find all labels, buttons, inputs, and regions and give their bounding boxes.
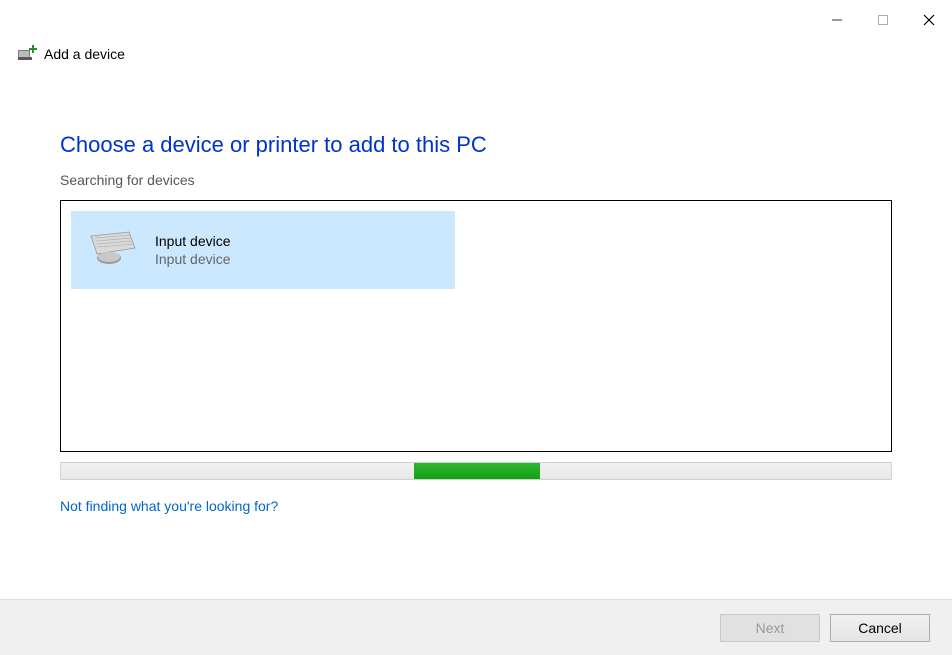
window-titlebar <box>0 0 952 32</box>
progress-fill <box>414 463 540 479</box>
device-type: Input device <box>155 251 231 267</box>
maximize-icon <box>877 14 889 26</box>
device-list[interactable]: Input device Input device <box>60 200 892 452</box>
window-header: Add a device <box>0 32 952 72</box>
help-link[interactable]: Not finding what you're looking for? <box>60 498 278 514</box>
page-heading: Choose a device or printer to add to thi… <box>60 132 892 158</box>
device-text: Input device Input device <box>155 233 231 267</box>
content-area: Choose a device or printer to add to thi… <box>0 72 952 516</box>
minimize-button[interactable] <box>814 4 860 36</box>
maximize-button[interactable] <box>860 4 906 36</box>
keyboard-mouse-icon <box>85 230 139 270</box>
device-name: Input device <box>155 233 231 249</box>
close-button[interactable] <box>906 4 952 36</box>
cancel-button[interactable]: Cancel <box>830 614 930 642</box>
progress-bar <box>60 462 892 480</box>
device-item[interactable]: Input device Input device <box>71 211 455 289</box>
status-text: Searching for devices <box>60 172 892 188</box>
window-title: Add a device <box>44 46 125 62</box>
close-icon <box>922 13 936 27</box>
next-button[interactable]: Next <box>720 614 820 642</box>
minimize-icon <box>831 14 843 26</box>
add-device-icon <box>16 44 36 64</box>
dialog-footer: Next Cancel <box>0 599 952 655</box>
